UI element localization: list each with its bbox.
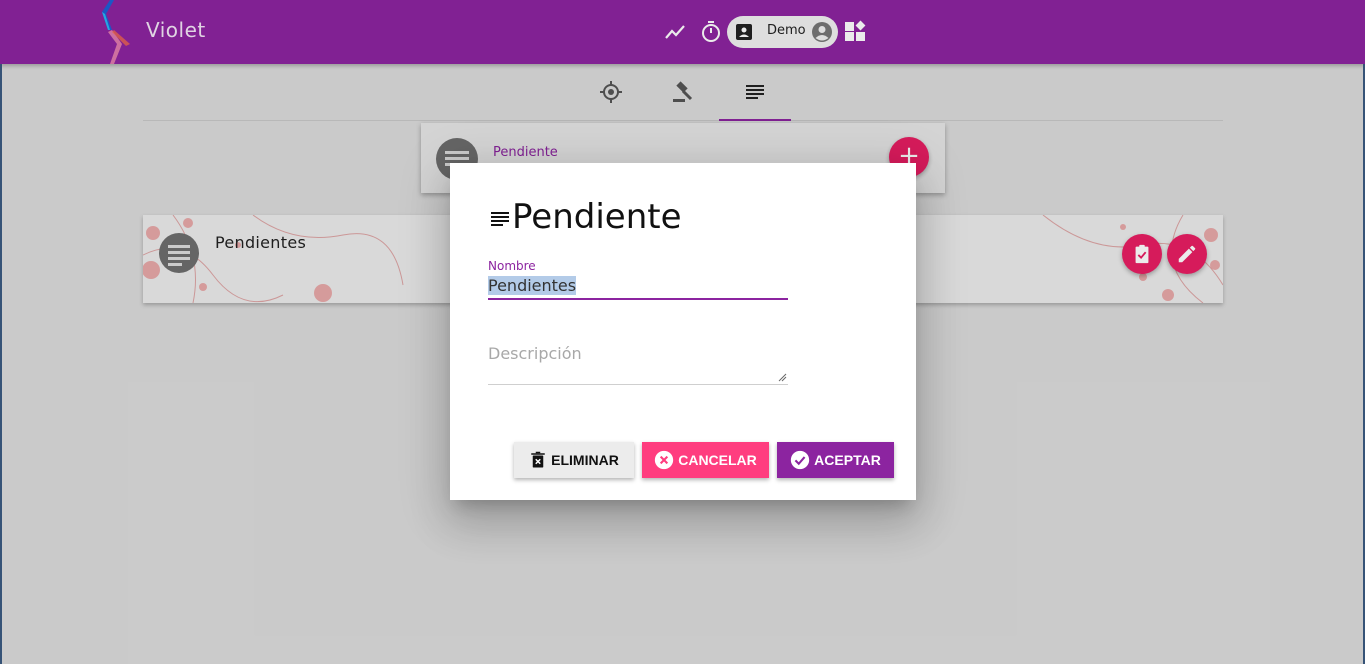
edit-list-dialog: Pendiente Nombre Pendientes Descripción … bbox=[450, 163, 916, 500]
resize-grip-icon[interactable] bbox=[778, 373, 787, 382]
list-icon bbox=[491, 212, 509, 226]
accept-button[interactable]: ACEPTAR bbox=[777, 442, 894, 478]
cancel-button[interactable]: CANCELAR bbox=[642, 442, 769, 478]
delete-button[interactable]: ELIMINAR bbox=[514, 442, 634, 478]
accept-button-label: ACEPTAR bbox=[814, 452, 881, 468]
cancel-button-label: CANCELAR bbox=[678, 452, 757, 468]
description-field[interactable]: Descripción bbox=[488, 344, 582, 363]
delete-icon bbox=[531, 451, 545, 468]
delete-button-label: ELIMINAR bbox=[551, 452, 619, 468]
check-circle-icon bbox=[791, 450, 810, 470]
cancel-icon bbox=[655, 450, 674, 470]
name-field-underline bbox=[488, 298, 788, 300]
dialog-title: Pendiente bbox=[512, 197, 682, 237]
name-field-value[interactable]: Pendientes bbox=[488, 276, 577, 295]
name-field-label: Nombre bbox=[488, 259, 536, 273]
name-field[interactable]: Pendientes bbox=[488, 276, 577, 295]
description-field-underline bbox=[488, 384, 788, 385]
